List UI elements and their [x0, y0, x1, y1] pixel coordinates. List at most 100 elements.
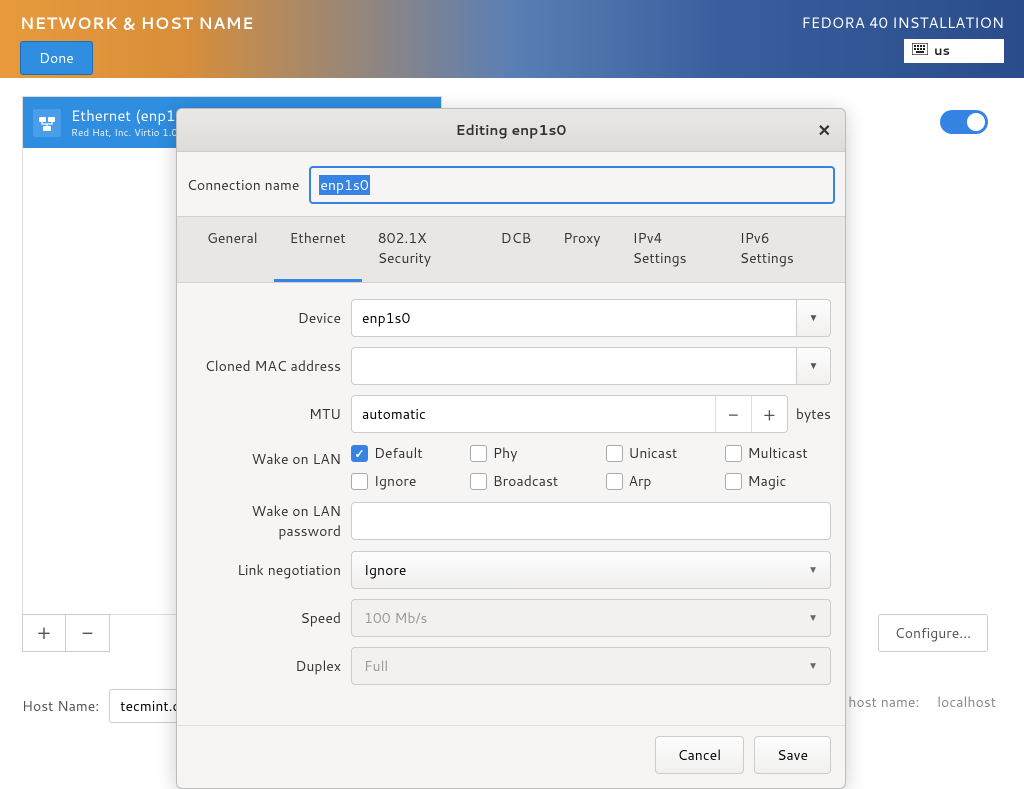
connection-name-input[interactable]: enp1s0 — [309, 166, 835, 204]
wol-magic-label: Magic — [748, 471, 787, 491]
ethernet-icon — [33, 109, 61, 137]
mtu-wrap: − + bytes — [351, 395, 831, 433]
connection-name-selected-text: enp1s0 — [319, 175, 369, 195]
wol-ignore-label: Ignore — [374, 471, 416, 491]
installer-header: NETWORK & HOST NAME Done FEDORA 40 INSTA… — [0, 0, 1024, 78]
keyboard-icon — [912, 42, 928, 60]
dialog-tabs: General Ethernet 802.1X Security DCB Pro… — [177, 216, 845, 283]
hostname-label: Host Name: — [22, 696, 99, 716]
wake-on-lan-options: ✓ Default Phy Unicast Multicast Ignore Br… — [351, 443, 831, 491]
configure-button[interactable]: Configure... — [878, 614, 988, 652]
chevron-down-icon: ▼ — [809, 359, 819, 373]
chevron-down-icon: ▼ — [808, 659, 818, 673]
speed-value: 100 Mb/s — [364, 608, 427, 628]
chevron-down-icon: ▼ — [809, 311, 819, 325]
cloned-mac-combo: ▼ — [351, 347, 831, 385]
wol-password-row: Wake on LAN password — [191, 501, 831, 541]
keyboard-layout-indicator[interactable]: us — [904, 39, 1004, 63]
checkbox-checked-icon: ✓ — [351, 445, 368, 462]
keyboard-layout-text: us — [934, 42, 950, 60]
minus-icon: − — [728, 401, 739, 427]
list-button-row: + − — [22, 614, 110, 652]
cloned-mac-label: Cloned MAC address — [191, 356, 341, 376]
wol-password-input[interactable] — [351, 502, 831, 540]
wol-broadcast-checkbox[interactable]: Broadcast — [470, 471, 582, 491]
wake-on-lan-label: Wake on LAN — [191, 443, 341, 469]
cancel-button[interactable]: Cancel — [655, 736, 745, 774]
mtu-row: MTU − + bytes — [191, 395, 831, 433]
duplex-label: Duplex — [191, 656, 341, 676]
wol-multicast-checkbox[interactable]: Multicast — [725, 443, 831, 463]
wol-default-label: Default — [374, 443, 423, 463]
link-negotiation-label: Link negotiation — [191, 560, 341, 580]
checkbox-icon — [470, 445, 487, 462]
mtu-unit: bytes — [796, 404, 831, 424]
device-label: Device — [191, 308, 341, 328]
tab-ethernet[interactable]: Ethernet — [274, 217, 362, 282]
header-left: NETWORK & HOST NAME Done — [20, 12, 254, 70]
tab-8021x-security[interactable]: 802.1X Security — [362, 217, 485, 282]
wol-unicast-checkbox[interactable]: Unicast — [606, 443, 701, 463]
ethernet-form: Device ▼ Cloned MAC address ▼ MTU − + — [177, 283, 845, 725]
tab-dcb[interactable]: DCB — [485, 217, 548, 282]
connection-toggle[interactable] — [940, 110, 988, 134]
link-negotiation-select[interactable]: Ignore ▼ — [351, 551, 831, 589]
dialog-titlebar[interactable]: Editing enp1s0 ✕ — [177, 109, 845, 152]
tab-proxy[interactable]: Proxy — [547, 217, 616, 282]
dialog-footer: Cancel Save — [177, 725, 845, 788]
duplex-value: Full — [364, 656, 388, 676]
cloned-mac-dropdown-button[interactable]: ▼ — [797, 347, 831, 385]
dialog-title-text: Editing enp1s0 — [456, 120, 567, 140]
minus-icon: − — [82, 619, 94, 647]
mtu-label: MTU — [191, 404, 341, 424]
speed-row: Speed 100 Mb/s ▼ — [191, 599, 831, 637]
mtu-decrement-button[interactable]: − — [715, 396, 751, 432]
device-row: Device ▼ — [191, 299, 831, 337]
wol-arp-checkbox[interactable]: Arp — [606, 471, 701, 491]
wol-phy-checkbox[interactable]: Phy — [470, 443, 582, 463]
wol-password-label: Wake on LAN password — [191, 501, 341, 541]
save-button[interactable]: Save — [754, 736, 831, 774]
device-input[interactable] — [351, 299, 797, 337]
checkbox-icon — [606, 445, 623, 462]
wol-multicast-label: Multicast — [748, 443, 808, 463]
duplex-select[interactable]: Full ▼ — [351, 647, 831, 685]
speed-label: Speed — [191, 608, 341, 628]
mtu-spinner: − + — [351, 395, 788, 433]
cloned-mac-input[interactable] — [351, 347, 797, 385]
wol-magic-checkbox[interactable]: Magic — [725, 471, 831, 491]
connection-name-label: Connection name — [187, 175, 299, 195]
tab-general[interactable]: General — [191, 217, 274, 282]
chevron-down-icon: ▼ — [808, 611, 818, 625]
wol-default-checkbox[interactable]: ✓ Default — [351, 443, 446, 463]
mtu-input[interactable] — [352, 396, 715, 432]
checkbox-icon — [725, 445, 742, 462]
wol-arp-label: Arp — [629, 471, 652, 491]
speed-select[interactable]: 100 Mb/s ▼ — [351, 599, 831, 637]
mtu-increment-button[interactable]: + — [751, 396, 787, 432]
device-dropdown-button[interactable]: ▼ — [797, 299, 831, 337]
close-icon[interactable]: ✕ — [818, 119, 831, 142]
header-right: FEDORA 40 INSTALLATION us — [802, 12, 1004, 70]
connection-name-row: Connection name enp1s0 — [177, 152, 845, 216]
checkbox-icon — [725, 473, 742, 490]
remove-connection-button[interactable]: − — [66, 614, 110, 652]
cloned-mac-row: Cloned MAC address ▼ — [191, 347, 831, 385]
wol-ignore-checkbox[interactable]: Ignore — [351, 471, 446, 491]
current-hostname-value: localhost — [937, 692, 996, 712]
plus-icon: + — [37, 619, 51, 647]
edit-connection-dialog: Editing enp1s0 ✕ Connection name enp1s0 … — [176, 108, 846, 789]
page-title: NETWORK & HOST NAME — [20, 12, 254, 35]
add-connection-button[interactable]: + — [22, 614, 66, 652]
checkbox-icon — [606, 473, 623, 490]
chevron-down-icon: ▼ — [808, 563, 818, 577]
wol-unicast-label: Unicast — [629, 443, 678, 463]
wol-broadcast-label: Broadcast — [493, 471, 558, 491]
wol-phy-label: Phy — [493, 443, 518, 463]
link-negotiation-row: Link negotiation Ignore ▼ — [191, 551, 831, 589]
done-button[interactable]: Done — [20, 41, 93, 75]
checkbox-icon — [351, 473, 368, 490]
tab-ipv4-settings[interactable]: IPv4 Settings — [617, 217, 724, 282]
wake-on-lan-row: Wake on LAN ✓ Default Phy Unicast Multica… — [191, 443, 831, 491]
tab-ipv6-settings[interactable]: IPv6 Settings — [724, 217, 831, 282]
